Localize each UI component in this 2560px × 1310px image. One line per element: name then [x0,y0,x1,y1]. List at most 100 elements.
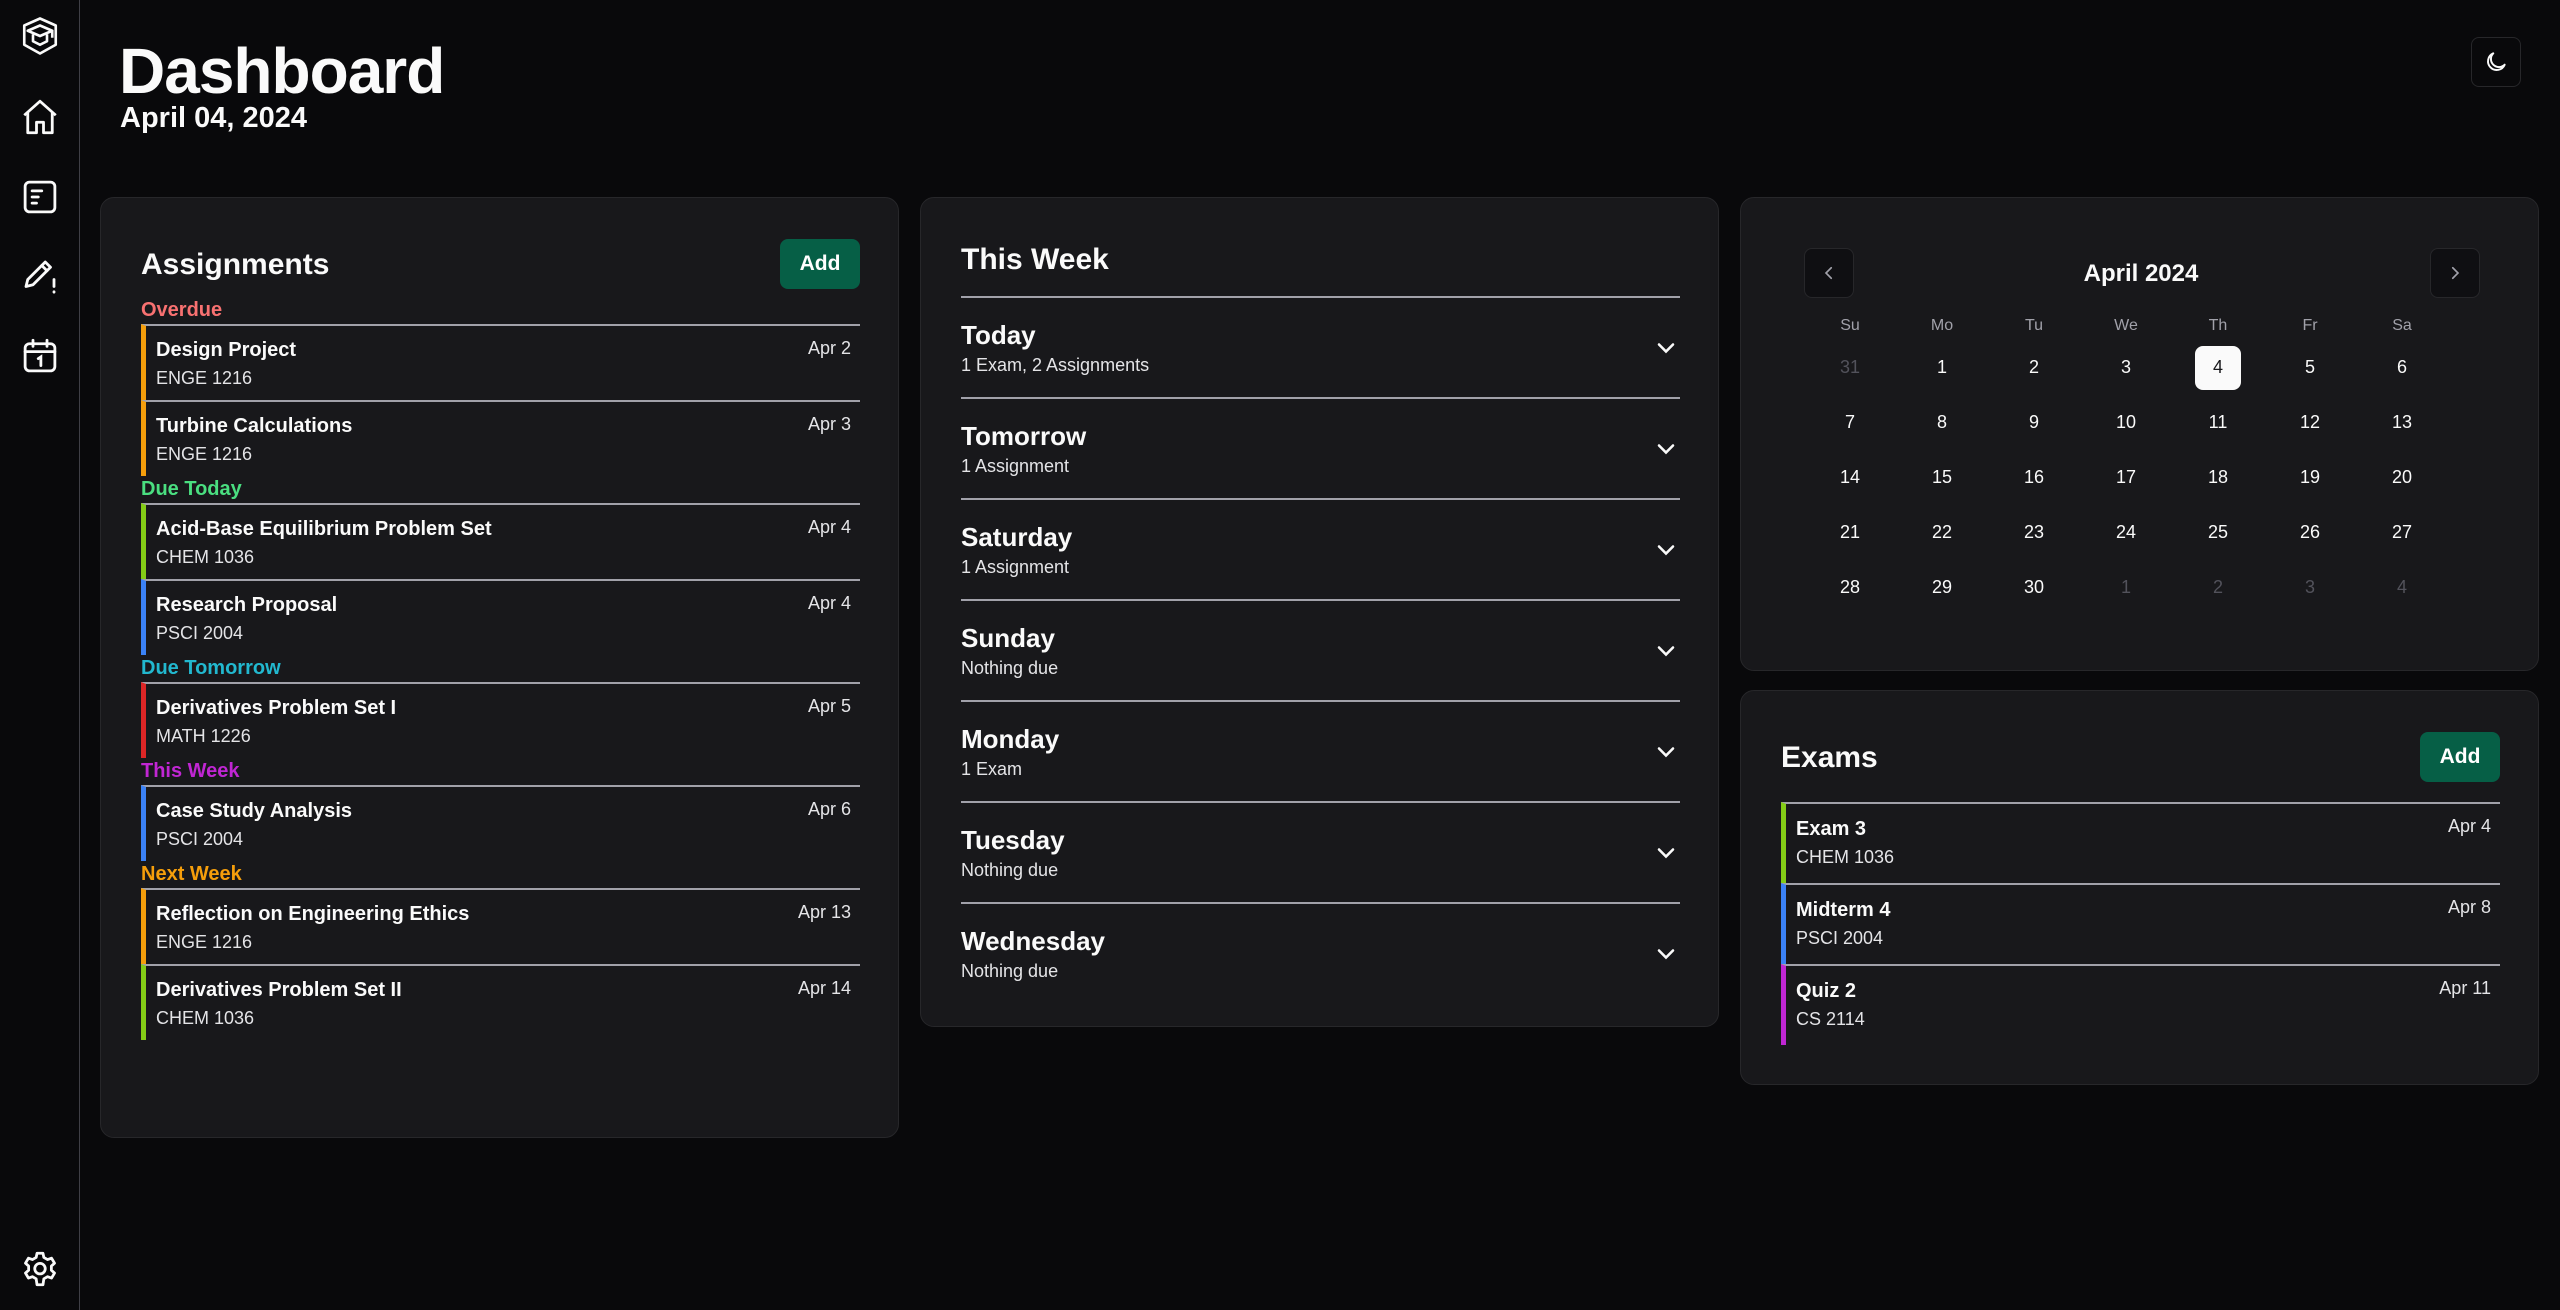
assignment-item[interactable]: Acid-Base Equilibrium Problem Set CHEM 10… [141,503,860,579]
assignment-name: Acid-Base Equilibrium Problem Set [156,518,492,540]
calendar-next-button[interactable] [2430,248,2480,298]
week-day-name: Today [961,320,1036,350]
week-day-row[interactable]: Wednesday Nothing due [961,902,1680,1003]
calendar-day[interactable]: 25 [2172,505,2264,560]
calendar-day[interactable]: 21 [1804,505,1896,560]
calendar-day[interactable]: 31 [1804,340,1896,395]
calendar-day[interactable]: 27 [2356,505,2448,560]
assignment-course: CHEM 1036 [156,1008,255,1028]
calendar-day[interactable]: 22 [1896,505,1988,560]
calendar-day[interactable]: 12 [2264,395,2356,450]
exam-item[interactable]: Quiz 2 CS 2114 Apr 11 [1781,964,2500,1045]
calendar-day[interactable]: 3 [2264,560,2356,615]
calendar-card: April 2024 Su Mo Tu We Th Fr Sa 31 1 2 3 4 5 6 7 8 9 10 11… [1740,197,2539,671]
sidebar-item-settings[interactable] [14,1243,66,1295]
week-day-row[interactable]: Saturday 1 Assignment [961,498,1680,599]
week-day-summary: 1 Assignment [961,456,1070,476]
calendar-day[interactable]: 18 [2172,450,2264,505]
calendar-day-number: 24 [2115,522,2137,542]
home-icon [23,99,57,135]
calendar-weekday-label: Fr [2302,317,2318,334]
exam-name: Exam 3 [1796,818,1867,840]
calendar-day[interactable]: 26 [2264,505,2356,560]
chevron-down-icon[interactable] [1652,435,1680,463]
sidebar-item-assignments[interactable] [14,171,66,223]
calendar-day[interactable]: 3 [2080,340,2172,395]
calendar-day[interactable]: 19 [2264,450,2356,505]
assignment-course: CHEM 1036 [156,547,255,567]
calendar-day[interactable]: 14 [1804,450,1896,505]
chevron-down-icon[interactable] [1652,536,1680,564]
calendar-day[interactable]: 11 [2172,395,2264,450]
calendar-day[interactable]: 4 [2356,560,2448,615]
exam-item[interactable]: Exam 3 CHEM 1036 Apr 4 [1781,802,2500,883]
assignment-due-date: Apr 13 [797,902,851,922]
calendar-day-number: 14 [1839,467,1861,487]
sidebar-item-calendar[interactable] [14,330,66,382]
calendar-day[interactable]: 29 [1896,560,1988,615]
calendar-day[interactable]: 8 [1896,395,1988,450]
calendar-day[interactable]: 2 [2172,560,2264,615]
assignment-item[interactable]: Turbine Calculations ENGE 1216 Apr 3 [141,400,860,476]
calendar-day[interactable]: 30 [1988,560,2080,615]
week-day-row[interactable]: Today 1 Exam, 2 Assignments [961,296,1680,397]
assignment-item[interactable]: Design Project ENGE 1216 Apr 2 [141,324,860,400]
sidebar-item-home[interactable] [14,91,66,143]
calendar-day[interactable]: 7 [1804,395,1896,450]
add-exam-button[interactable]: Add [2420,732,2500,782]
calendar-day[interactable]: 24 [2080,505,2172,560]
assignment-item[interactable]: Research Proposal PSCI 2004 Apr 4 [141,579,860,655]
calendar-day[interactable]: 2 [1988,340,2080,395]
chevron-down-icon[interactable] [1652,738,1680,766]
calendar-day-number: 18 [2207,467,2229,487]
chevron-down-icon[interactable] [1652,839,1680,867]
calendar-day[interactable]: 23 [1988,505,2080,560]
chevron-down-icon[interactable] [1652,334,1680,362]
calendar-day-number: 23 [2023,522,2045,542]
calendar-day[interactable]: 17 [2080,450,2172,505]
calendar-day[interactable]: 5 [2264,340,2356,395]
assignment-item[interactable]: Derivatives Problem Set II CHEM 1036 Apr 1… [141,964,860,1040]
calendar-day[interactable]: 1 [2080,560,2172,615]
assignment-course: PSCI 2004 [156,829,244,849]
week-day-row[interactable]: Sunday Nothing due [961,599,1680,700]
chevron-down-icon[interactable] [1652,637,1680,665]
calendar-day[interactable]: 15 [1896,450,1988,505]
week-day-row[interactable]: Tuesday Nothing due [961,801,1680,902]
week-day-row[interactable]: Tomorrow 1 Assignment [961,397,1680,498]
calendar-day-number: 31 [1839,357,1861,377]
chevron-down-icon[interactable] [1652,940,1680,968]
assignment-course: MATH 1226 [156,726,251,746]
assignment-name: Turbine Calculations [156,415,353,437]
exam-course: CS 2114 [1796,1009,1865,1029]
calendar-day-number: 27 [2391,522,2413,542]
calendar-day[interactable]: 16 [1988,450,2080,505]
sidebar-item-exams[interactable] [14,250,66,302]
week-day-name: Monday [961,724,1060,754]
calendar-day[interactable]: 20 [2356,450,2448,505]
calendar-day[interactable]: 1 [1896,340,1988,395]
calendar-day[interactable]: 6 [2356,340,2448,395]
calendar-day[interactable]: 9 [1988,395,2080,450]
calendar-weekday-label: Th [2208,317,2228,334]
theme-toggle-button[interactable] [2471,37,2521,87]
calendar-day-number: 22 [1931,522,1953,542]
add-assignment-button[interactable]: Add [780,239,860,289]
app-logo-icon[interactable] [14,10,66,62]
graduation-cap-box-icon [22,17,58,55]
calendar-day[interactable]: 10 [2080,395,2172,450]
exam-item[interactable]: Midterm 4 PSCI 2004 Apr 8 [1781,883,2500,964]
assignment-item[interactable]: Derivatives Problem Set I MATH 1226 Apr 5 [141,682,860,758]
pencil-alert-icon [24,260,56,294]
calendar-weekday-label: Tu [2024,317,2044,334]
assignment-name: Reflection on Engineering Ethics [156,903,470,925]
assignment-item[interactable]: Case Study Analysis PSCI 2004 Apr 6 [141,785,860,861]
calendar-day-number: 1 [2120,577,2131,597]
assignment-item[interactable]: Reflection on Engineering Ethics ENGE 121… [141,888,860,964]
week-day-row[interactable]: Monday 1 Exam [961,700,1680,801]
calendar-day[interactable]: 28 [1804,560,1896,615]
calendar-day-selected[interactable]: 4 [2172,340,2264,395]
calendar-icon [23,338,57,373]
assignment-due-date: Apr 2 [807,338,851,358]
calendar-day[interactable]: 13 [2356,395,2448,450]
